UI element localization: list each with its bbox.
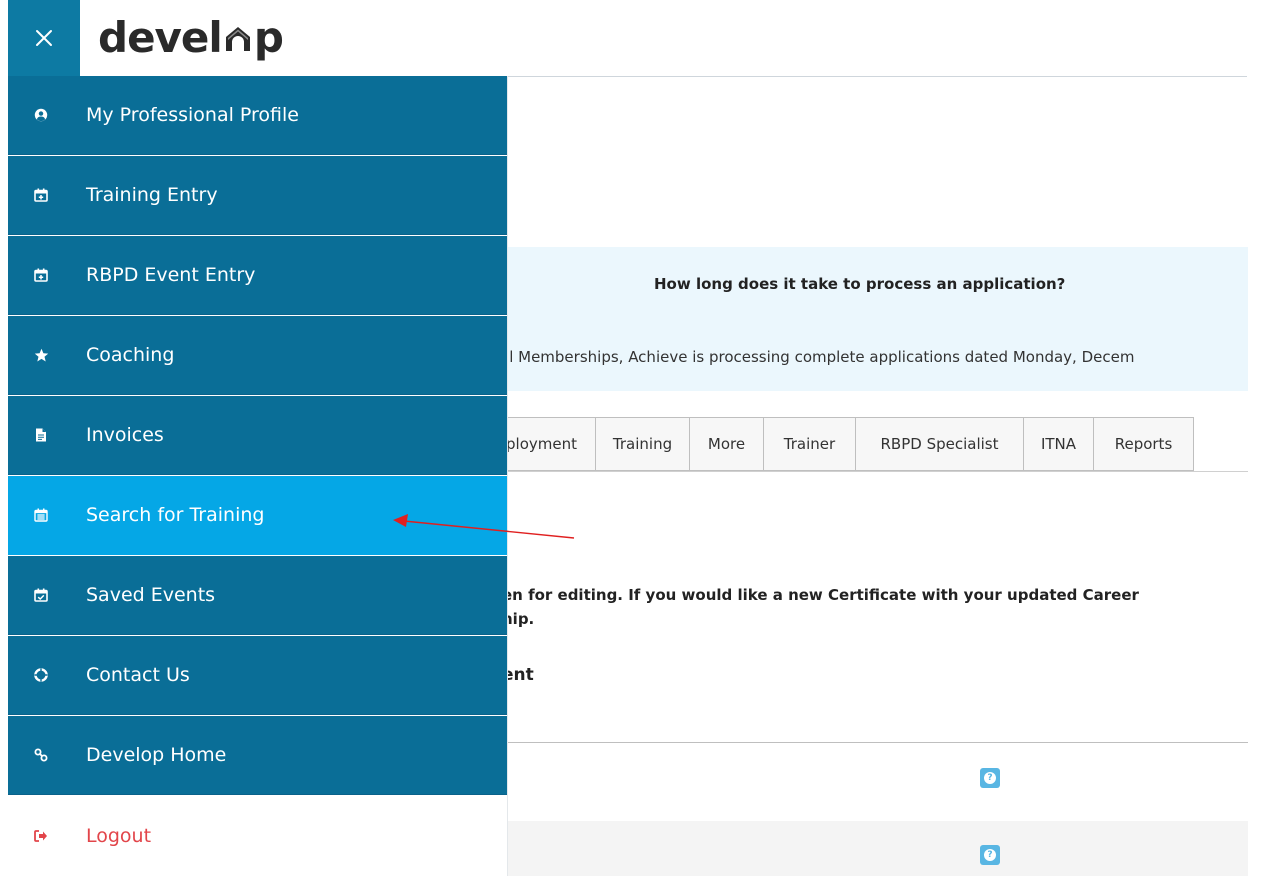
question-mark-icon: ? [984, 772, 996, 784]
calendar-plus-icon [32, 186, 50, 204]
top-header: devel p [0, 0, 1264, 76]
sidebar-item-label: Training Entry [86, 184, 218, 206]
develop-logo[interactable]: devel p [98, 10, 284, 66]
tab-trainer[interactable]: Trainer [764, 417, 856, 471]
main-content: How long does it take to process an appl… [508, 77, 1248, 876]
sidebar-item-my-professional-profile[interactable]: My Professional Profile [8, 76, 507, 155]
sidebar-item-rbpd-event-entry[interactable]: RBPD Event Entry [8, 236, 507, 315]
sidebar-item-label: RBPD Event Entry [86, 264, 256, 286]
tabs-underline [508, 471, 1248, 472]
faq-question[interactable]: How long does it take to process an appl… [654, 275, 1065, 293]
sidebar-item-contact-us[interactable]: Contact Us [8, 636, 507, 715]
logo-text: devel p [98, 13, 284, 62]
sidebar-item-label: Search for Training [86, 504, 265, 526]
sidebar-item-training-entry[interactable]: Training Entry [8, 156, 507, 235]
help-icon[interactable]: ? [980, 768, 1000, 788]
document-icon [32, 426, 50, 444]
sign-out-icon [32, 827, 50, 845]
sidebar-item-label: Contact Us [86, 664, 190, 686]
sidebar-item-logout[interactable]: Logout [8, 796, 507, 875]
edit-notice: en for editing. If you would like a new … [508, 583, 1139, 631]
sidebar-edge [507, 76, 508, 876]
tab-employment[interactable]: ployment [508, 417, 596, 471]
faq-banner [508, 247, 1248, 391]
link-icon [32, 746, 50, 764]
sidebar-item-label: My Professional Profile [86, 104, 299, 126]
user-circle-icon [32, 106, 50, 124]
tab-more[interactable]: More [690, 417, 764, 471]
sidebar-item-invoices[interactable]: Invoices [8, 396, 507, 475]
calendar-plus-icon [32, 266, 50, 284]
close-icon [36, 30, 52, 46]
tab-reports[interactable]: Reports [1094, 417, 1194, 471]
lifebuoy-icon [32, 666, 50, 684]
table-row: ? [508, 743, 1248, 821]
sidebar-item-label: Saved Events [86, 584, 216, 606]
calendar-check-icon [32, 586, 50, 604]
tab-itna[interactable]: ITNA [1024, 417, 1094, 471]
sidebar-item-label: Invoices [86, 424, 164, 446]
edit-notice-line-2: hip. [508, 610, 535, 628]
faq-answer: al Memberships, Achieve is processing co… [508, 348, 1135, 366]
tab-rbpd-specialist[interactable]: RBPD Specialist [856, 417, 1024, 471]
sidebar-item-label: Logout [86, 824, 152, 847]
tab-training[interactable]: Training [596, 417, 690, 471]
table-row: ? [508, 821, 1248, 876]
help-icon[interactable]: ? [980, 845, 1000, 865]
profile-tabs: ployment Training More Trainer RBPD Spec… [508, 417, 1194, 471]
sidebar-item-coaching[interactable]: Coaching [8, 316, 507, 395]
calendar-grid-icon [32, 506, 50, 524]
sidebar-item-saved-events[interactable]: Saved Events [8, 556, 507, 635]
section-heading: ent [508, 665, 534, 685]
edit-notice-line-1: en for editing. If you would like a new … [508, 586, 1139, 604]
star-icon [32, 346, 50, 364]
sidebar-item-develop-home[interactable]: Develop Home [8, 716, 507, 795]
sidebar-menu: My Professional Profile Training Entry R… [8, 76, 507, 876]
sidebar-item-search-for-training[interactable]: Search for Training [8, 476, 507, 555]
sidebar-item-label: Develop Home [86, 744, 227, 766]
logo-house-icon [225, 27, 250, 51]
sidebar-item-label: Coaching [86, 344, 175, 366]
close-menu-button[interactable] [8, 0, 80, 76]
question-mark-icon: ? [984, 849, 996, 861]
